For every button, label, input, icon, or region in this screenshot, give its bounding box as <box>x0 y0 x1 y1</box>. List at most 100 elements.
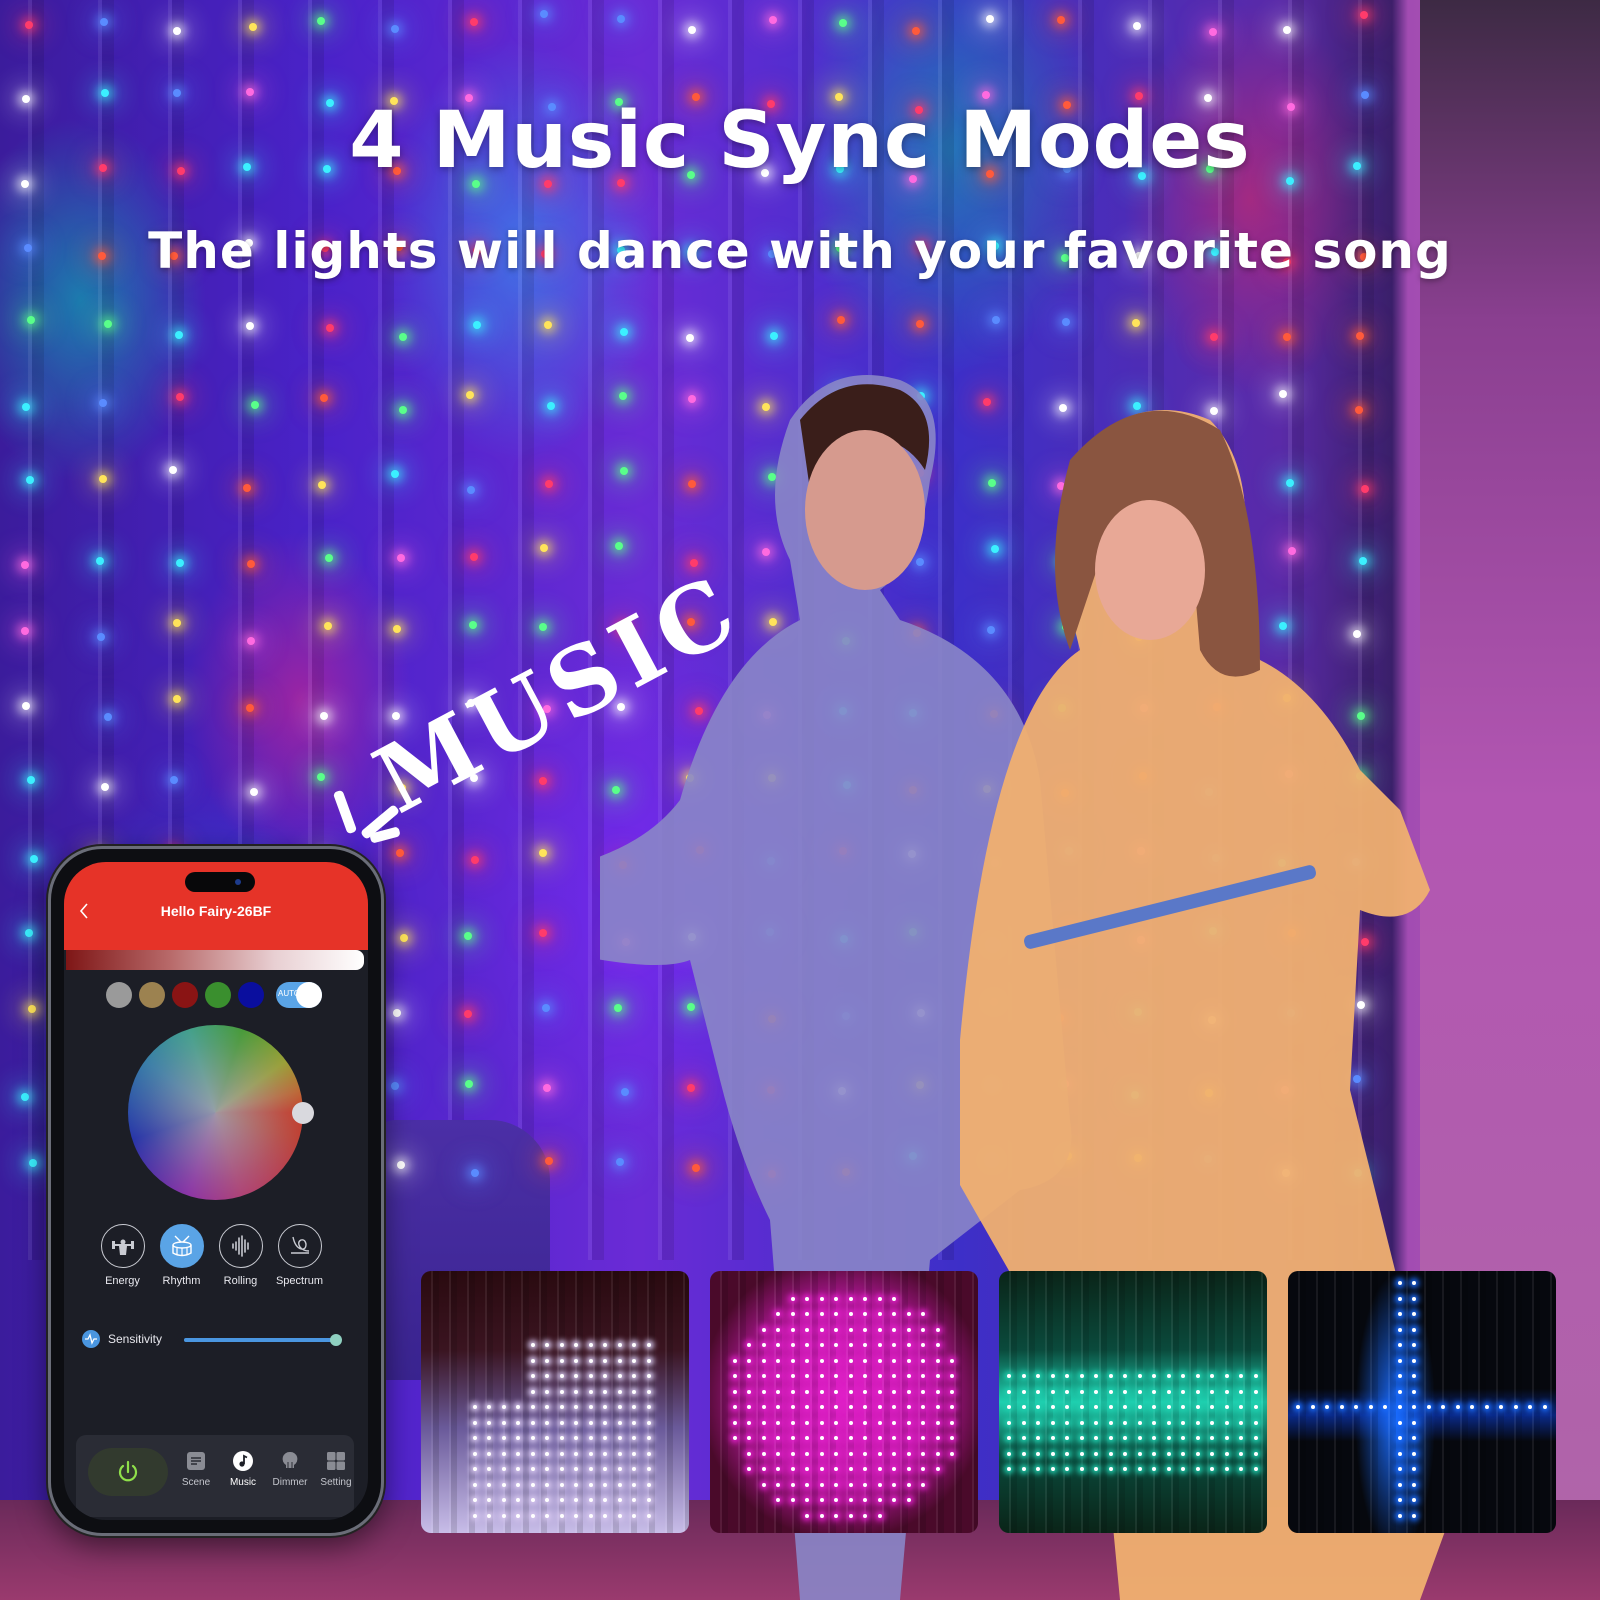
preview-led <box>530 1498 535 1502</box>
preview-led <box>617 1482 622 1487</box>
preview-led <box>863 1482 867 1487</box>
preview-led <box>1325 1405 1329 1409</box>
preview-led <box>1123 1374 1127 1378</box>
preview-led <box>1195 1467 1200 1471</box>
preview-led <box>892 1374 896 1378</box>
preview-led <box>1036 1405 1040 1409</box>
preview-led <box>906 1467 911 1471</box>
preview-led <box>950 1389 954 1394</box>
color-preset-tan[interactable] <box>139 982 165 1008</box>
preview-led <box>617 1498 622 1502</box>
led-bulb <box>98 398 107 407</box>
preview-led <box>1050 1405 1055 1409</box>
preview-led <box>1108 1467 1113 1471</box>
sensitivity-slider[interactable] <box>184 1334 342 1346</box>
preview-led <box>921 1389 925 1394</box>
preview-led <box>1397 1513 1402 1518</box>
preview-led <box>747 1436 751 1440</box>
preview-led <box>1412 1405 1416 1409</box>
color-preset-green[interactable] <box>205 982 231 1008</box>
led-bulb <box>616 15 625 24</box>
led-bulb <box>103 712 112 721</box>
preview-led <box>1224 1389 1229 1394</box>
preview-led <box>1123 1405 1127 1409</box>
preview-led <box>559 1374 564 1378</box>
preview-led <box>1123 1420 1127 1425</box>
preview-led <box>732 1374 737 1378</box>
preview-led <box>516 1405 520 1409</box>
led-bulb <box>392 625 401 634</box>
auto-toggle[interactable]: AUTO <box>276 982 322 1008</box>
nav-scene[interactable]: Scene <box>172 1450 220 1488</box>
preview-led <box>646 1436 651 1440</box>
preview-led <box>603 1420 607 1425</box>
mode-label: Spectrum <box>275 1275 324 1287</box>
preview-led <box>1050 1374 1055 1378</box>
led-bulb <box>397 553 406 562</box>
preview-led <box>1195 1420 1200 1425</box>
preview-led <box>834 1389 838 1394</box>
preview-led <box>921 1358 925 1363</box>
preview-led <box>588 1482 593 1487</box>
led-bulb <box>249 22 258 31</box>
sensitivity-thumb[interactable] <box>330 1334 342 1346</box>
nav-label: Music <box>229 1477 257 1488</box>
soundwave-icon <box>218 1224 263 1268</box>
scene-list-icon <box>187 1452 205 1470</box>
led-bulb <box>769 331 778 340</box>
preview-led <box>848 1343 853 1347</box>
mode-energy[interactable]: Energy <box>100 1224 145 1287</box>
preview-led <box>603 1389 607 1394</box>
preview-led <box>487 1498 491 1502</box>
preview-led <box>1065 1405 1069 1409</box>
brightness-slider[interactable] <box>66 950 364 970</box>
preview-led <box>574 1498 578 1502</box>
color-preset-dark-red[interactable] <box>172 982 198 1008</box>
preview-led <box>1021 1467 1026 1471</box>
led-bulb <box>320 711 329 720</box>
preview-led <box>761 1436 766 1440</box>
preview-led <box>877 1327 882 1332</box>
preview-led <box>892 1420 896 1425</box>
mode-spectrum[interactable]: Spectrum <box>275 1224 324 1287</box>
nav-music[interactable]: Music <box>219 1450 267 1488</box>
color-wheel-handle[interactable] <box>292 1102 314 1124</box>
nav-dimmer[interactable]: Dimmer <box>266 1450 314 1488</box>
preview-led <box>892 1436 896 1440</box>
preview-led <box>530 1436 535 1440</box>
led-bulb <box>470 17 479 26</box>
preview-led <box>632 1374 636 1378</box>
mode-rhythm[interactable]: Rhythm <box>159 1224 204 1287</box>
color-preset-blue[interactable] <box>238 982 264 1008</box>
preview-led <box>819 1513 824 1518</box>
preview-led <box>776 1482 780 1487</box>
preview-led <box>1412 1482 1416 1487</box>
sensitivity-control: Sensitivity <box>82 1330 352 1350</box>
preview-led <box>892 1327 896 1332</box>
preview-led <box>892 1467 896 1471</box>
preview-led <box>863 1420 867 1425</box>
preview-led <box>1166 1420 1171 1425</box>
preview-led <box>1224 1436 1229 1440</box>
preview-led <box>790 1482 795 1487</box>
preview-led <box>487 1436 491 1440</box>
led-bulb <box>26 315 35 324</box>
preview-led <box>848 1405 853 1409</box>
rhythm-mode-preview <box>710 1271 978 1533</box>
preview-led <box>747 1405 751 1409</box>
preview-led <box>819 1420 824 1425</box>
preview-led <box>906 1343 911 1347</box>
color-preset-gray[interactable] <box>106 982 132 1008</box>
preview-led <box>1036 1436 1040 1440</box>
preview-led <box>559 1513 564 1518</box>
preview-led <box>790 1296 795 1301</box>
mode-rolling[interactable]: Rolling <box>218 1224 263 1287</box>
nav-setting[interactable]: Setting <box>312 1450 360 1488</box>
preview-led <box>588 1374 593 1378</box>
preview-led <box>834 1327 838 1332</box>
preview-led <box>790 1405 795 1409</box>
color-wheel[interactable] <box>128 1025 303 1200</box>
power-button[interactable] <box>88 1448 168 1496</box>
preview-led <box>761 1343 766 1347</box>
preview-led <box>1455 1405 1460 1409</box>
